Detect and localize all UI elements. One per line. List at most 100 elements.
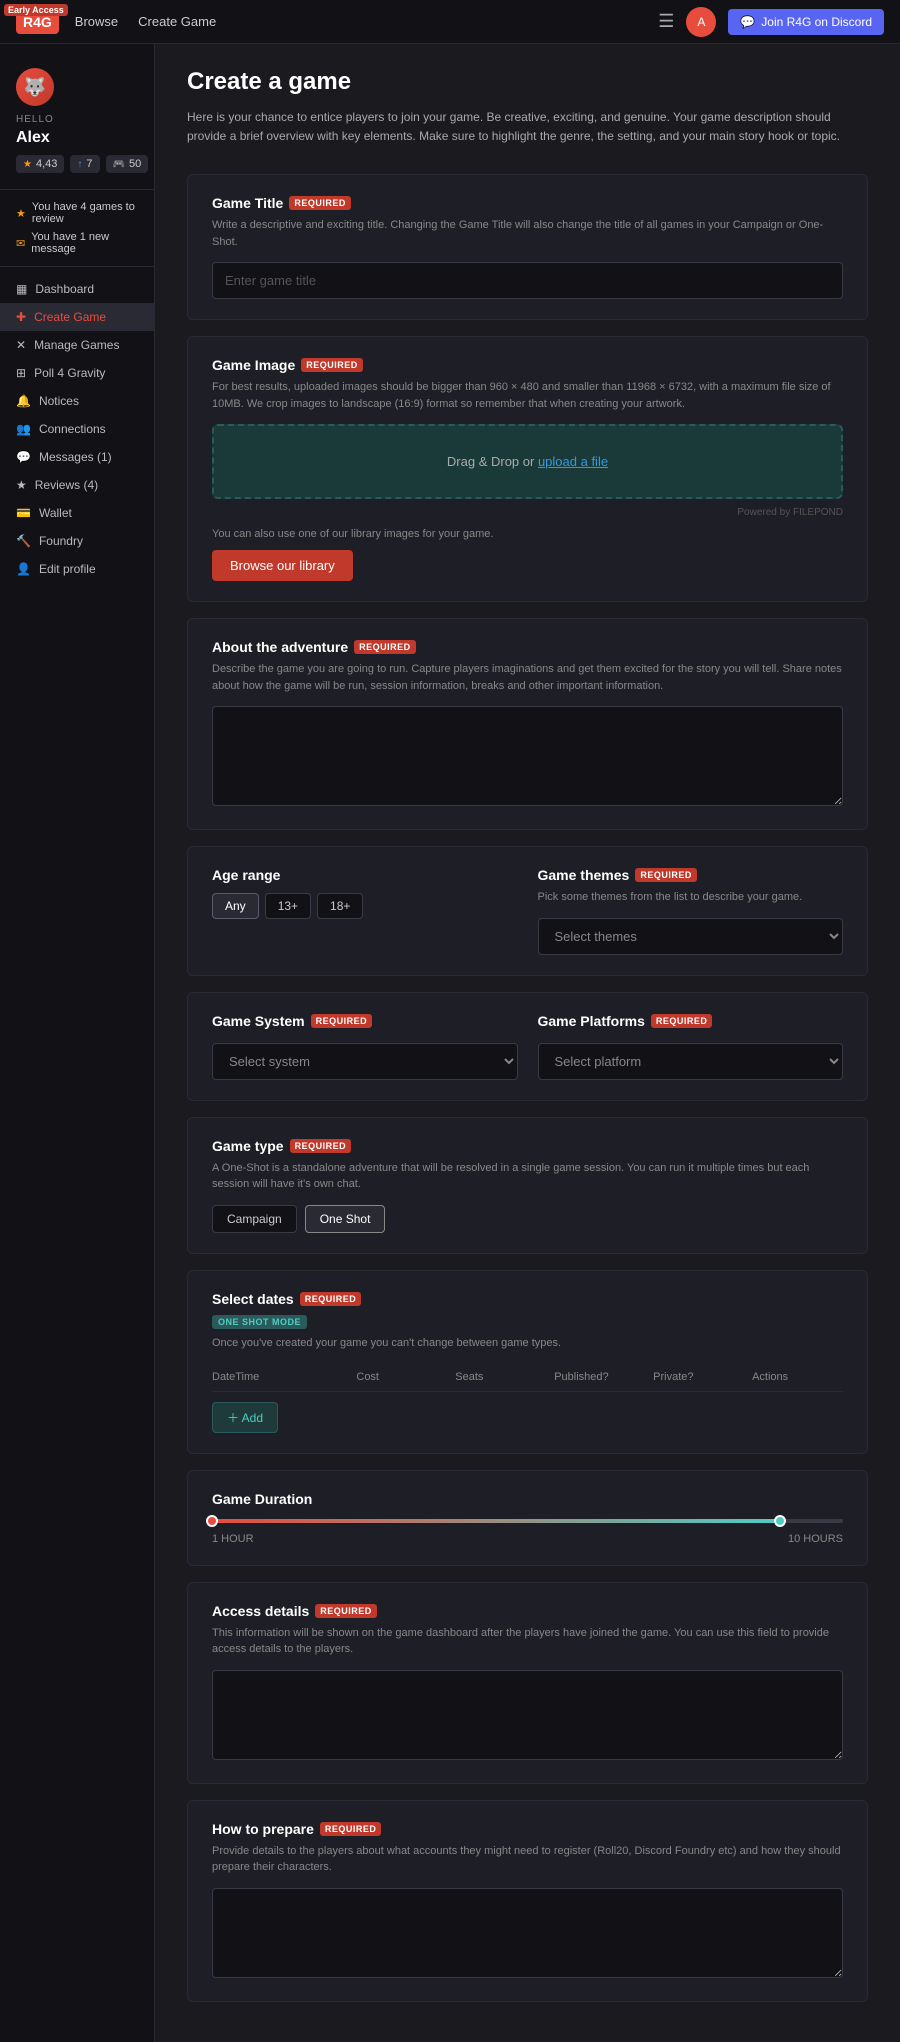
sidebar-item-wallet[interactable]: 💳 Wallet xyxy=(0,499,154,527)
dates-table-header: DateTime Cost Seats Published? Private? … xyxy=(212,1363,843,1392)
age-range-col: Age range Any 13+ 18+ xyxy=(212,867,518,955)
dashboard-icon: ▦ xyxy=(16,282,27,296)
game-type-required: REQUIRED xyxy=(290,1139,352,1153)
access-details-textarea[interactable] xyxy=(212,1670,843,1760)
foundry-icon: 🔨 xyxy=(16,534,31,548)
sidebar-item-manage-games[interactable]: ✕ Manage Games xyxy=(0,331,154,359)
game-title-heading: Game Title REQUIRED xyxy=(212,195,843,211)
access-details-heading: Access details REQUIRED xyxy=(212,1603,843,1619)
user-avatar[interactable]: A xyxy=(686,7,716,37)
age-themes-section: Age range Any 13+ 18+ Game themes REQUIR… xyxy=(187,846,868,976)
access-details-desc: This information will be shown on the ga… xyxy=(212,1625,843,1658)
game-themes-select[interactable]: Select themes xyxy=(538,918,844,955)
how-to-prepare-required: REQUIRED xyxy=(320,1822,382,1836)
age-range-buttons: Any 13+ 18+ xyxy=(212,893,518,919)
sidebar-item-foundry[interactable]: 🔨 Foundry xyxy=(0,527,154,555)
game-platforms-heading: Game Platforms REQUIRED xyxy=(538,1013,844,1029)
nav-create-game[interactable]: Create Game xyxy=(138,14,216,29)
slider-thumb-left[interactable] xyxy=(206,1515,218,1527)
notice-message: ✉ You have 1 new message xyxy=(16,228,138,258)
upload-link[interactable]: upload a file xyxy=(538,454,608,469)
reviews-icon: ★ xyxy=(16,478,27,492)
game-title-input[interactable] xyxy=(212,262,843,299)
age-range-heading: Age range xyxy=(212,867,518,883)
add-date-button[interactable]: ＋ Add xyxy=(212,1402,278,1433)
sidebar-item-dashboard[interactable]: ▦ Dashboard xyxy=(0,275,154,303)
browse-library-button[interactable]: Browse our library xyxy=(212,550,353,581)
header-nav: Browse Create Game xyxy=(75,14,216,29)
age-btn-13plus[interactable]: 13+ xyxy=(265,893,311,919)
gamepad-icon: 🎮 xyxy=(113,159,125,170)
game-duration-section: Game Duration 1 HOUR 10 HOURS xyxy=(187,1470,868,1566)
early-access-badge: Early Access xyxy=(4,4,68,16)
game-type-heading: Game type REQUIRED xyxy=(212,1138,843,1154)
sidebar-item-messages[interactable]: 💬 Messages (1) xyxy=(0,443,154,471)
duration-labels: 1 HOUR 10 HOURS xyxy=(212,1533,843,1545)
page-subtitle: Here is your chance to entice players to… xyxy=(187,108,867,146)
hamburger-icon[interactable]: ☰ xyxy=(658,11,674,32)
stat-rating: ★ 4,43 xyxy=(16,155,64,173)
age-btn-any[interactable]: Any xyxy=(212,893,259,919)
game-platforms-select[interactable]: Select platform xyxy=(538,1043,844,1080)
game-platforms-required: REQUIRED xyxy=(651,1014,713,1028)
dates-notice: Once you've created your game you can't … xyxy=(212,1337,843,1349)
game-system-required: REQUIRED xyxy=(311,1014,373,1028)
create-game-icon: ✚ xyxy=(16,310,26,324)
notice-reviews: ★ You have 4 games to review xyxy=(16,198,138,228)
main-content: Create a game Here is your chance to ent… xyxy=(155,44,900,2042)
type-btn-oneshot[interactable]: One Shot xyxy=(305,1205,386,1233)
game-system-heading: Game System REQUIRED xyxy=(212,1013,518,1029)
game-themes-desc: Pick some themes from the list to descri… xyxy=(538,889,844,906)
manage-games-icon: ✕ xyxy=(16,338,26,352)
sidebar-user: 🐺 HELLO Alex ★ 4,43 ↑ 7 🎮 50 xyxy=(0,60,154,189)
layout: 🐺 HELLO Alex ★ 4,43 ↑ 7 🎮 50 xyxy=(0,44,900,2042)
edit-profile-icon: 👤 xyxy=(16,562,31,576)
sidebar-item-notices[interactable]: 🔔 Notices xyxy=(0,387,154,415)
how-to-prepare-desc: Provide details to the players about wha… xyxy=(212,1843,843,1876)
game-themes-heading: Game themes REQUIRED xyxy=(538,867,844,883)
up-icon: ↑ xyxy=(77,159,82,170)
game-platforms-col: Game Platforms REQUIRED Select platform xyxy=(538,1013,844,1080)
slider-thumb-right[interactable] xyxy=(774,1515,786,1527)
header-right: ☰ A 💬 Join R4G on Discord xyxy=(658,7,884,37)
game-system-col: Game System REQUIRED Select system xyxy=(212,1013,518,1080)
system-platform-section: Game System REQUIRED Select system Game … xyxy=(187,992,868,1101)
page-title: Create a game xyxy=(187,68,868,96)
access-details-section: Access details REQUIRED This information… xyxy=(187,1582,868,1784)
star-icon: ★ xyxy=(23,159,32,170)
game-type-buttons: Campaign One Shot xyxy=(212,1205,843,1233)
image-dropzone[interactable]: Drag & Drop or upload a file xyxy=(212,424,843,499)
game-type-section: Game type REQUIRED A One-Shot is a stand… xyxy=(187,1117,868,1254)
select-dates-required: REQUIRED xyxy=(300,1292,362,1306)
duration-slider-container: 1 HOUR 10 HOURS xyxy=(212,1519,843,1545)
game-title-required: REQUIRED xyxy=(289,196,351,210)
envelope-icon: ✉ xyxy=(16,237,25,250)
how-to-prepare-section: How to prepare REQUIRED Provide details … xyxy=(187,1800,868,2002)
sidebar-item-poll4gravity[interactable]: ⊞ Poll 4 Gravity xyxy=(0,359,154,387)
age-btn-18plus[interactable]: 18+ xyxy=(317,893,363,919)
shot-mode-badge: ONE SHOT MODE xyxy=(212,1315,307,1329)
game-image-required: REQUIRED xyxy=(301,358,363,372)
header-logo: Early Access R4G xyxy=(16,10,59,34)
nav-browse[interactable]: Browse xyxy=(75,14,118,29)
about-desc: Describe the game you are going to run. … xyxy=(212,661,843,694)
sidebar-item-reviews[interactable]: ★ Reviews (4) xyxy=(0,471,154,499)
type-btn-campaign[interactable]: Campaign xyxy=(212,1205,297,1233)
how-to-prepare-textarea[interactable] xyxy=(212,1888,843,1978)
system-platform-grid: Game System REQUIRED Select system Game … xyxy=(212,1013,843,1080)
sidebar-username: Alex xyxy=(16,129,50,147)
sidebar-item-edit-profile[interactable]: 👤 Edit profile xyxy=(0,555,154,583)
about-textarea[interactable] xyxy=(212,706,843,806)
slider-track xyxy=(212,1519,843,1523)
sidebar-item-create-game[interactable]: ✚ Create Game xyxy=(0,303,154,331)
connections-icon: 👥 xyxy=(16,422,31,436)
sidebar: 🐺 HELLO Alex ★ 4,43 ↑ 7 🎮 50 xyxy=(0,44,155,2042)
header: Early Access R4G Browse Create Game ☰ A … xyxy=(0,0,900,44)
game-title-desc: Write a descriptive and exciting title. … xyxy=(212,217,843,250)
about-required: REQUIRED xyxy=(354,640,416,654)
game-system-select[interactable]: Select system xyxy=(212,1043,518,1080)
sidebar-notices: ★ You have 4 games to review ✉ You have … xyxy=(0,189,154,267)
join-discord-button[interactable]: 💬 Join R4G on Discord xyxy=(728,9,884,35)
sidebar-item-connections[interactable]: 👥 Connections xyxy=(0,415,154,443)
library-note: You can also use one of our library imag… xyxy=(212,528,843,540)
